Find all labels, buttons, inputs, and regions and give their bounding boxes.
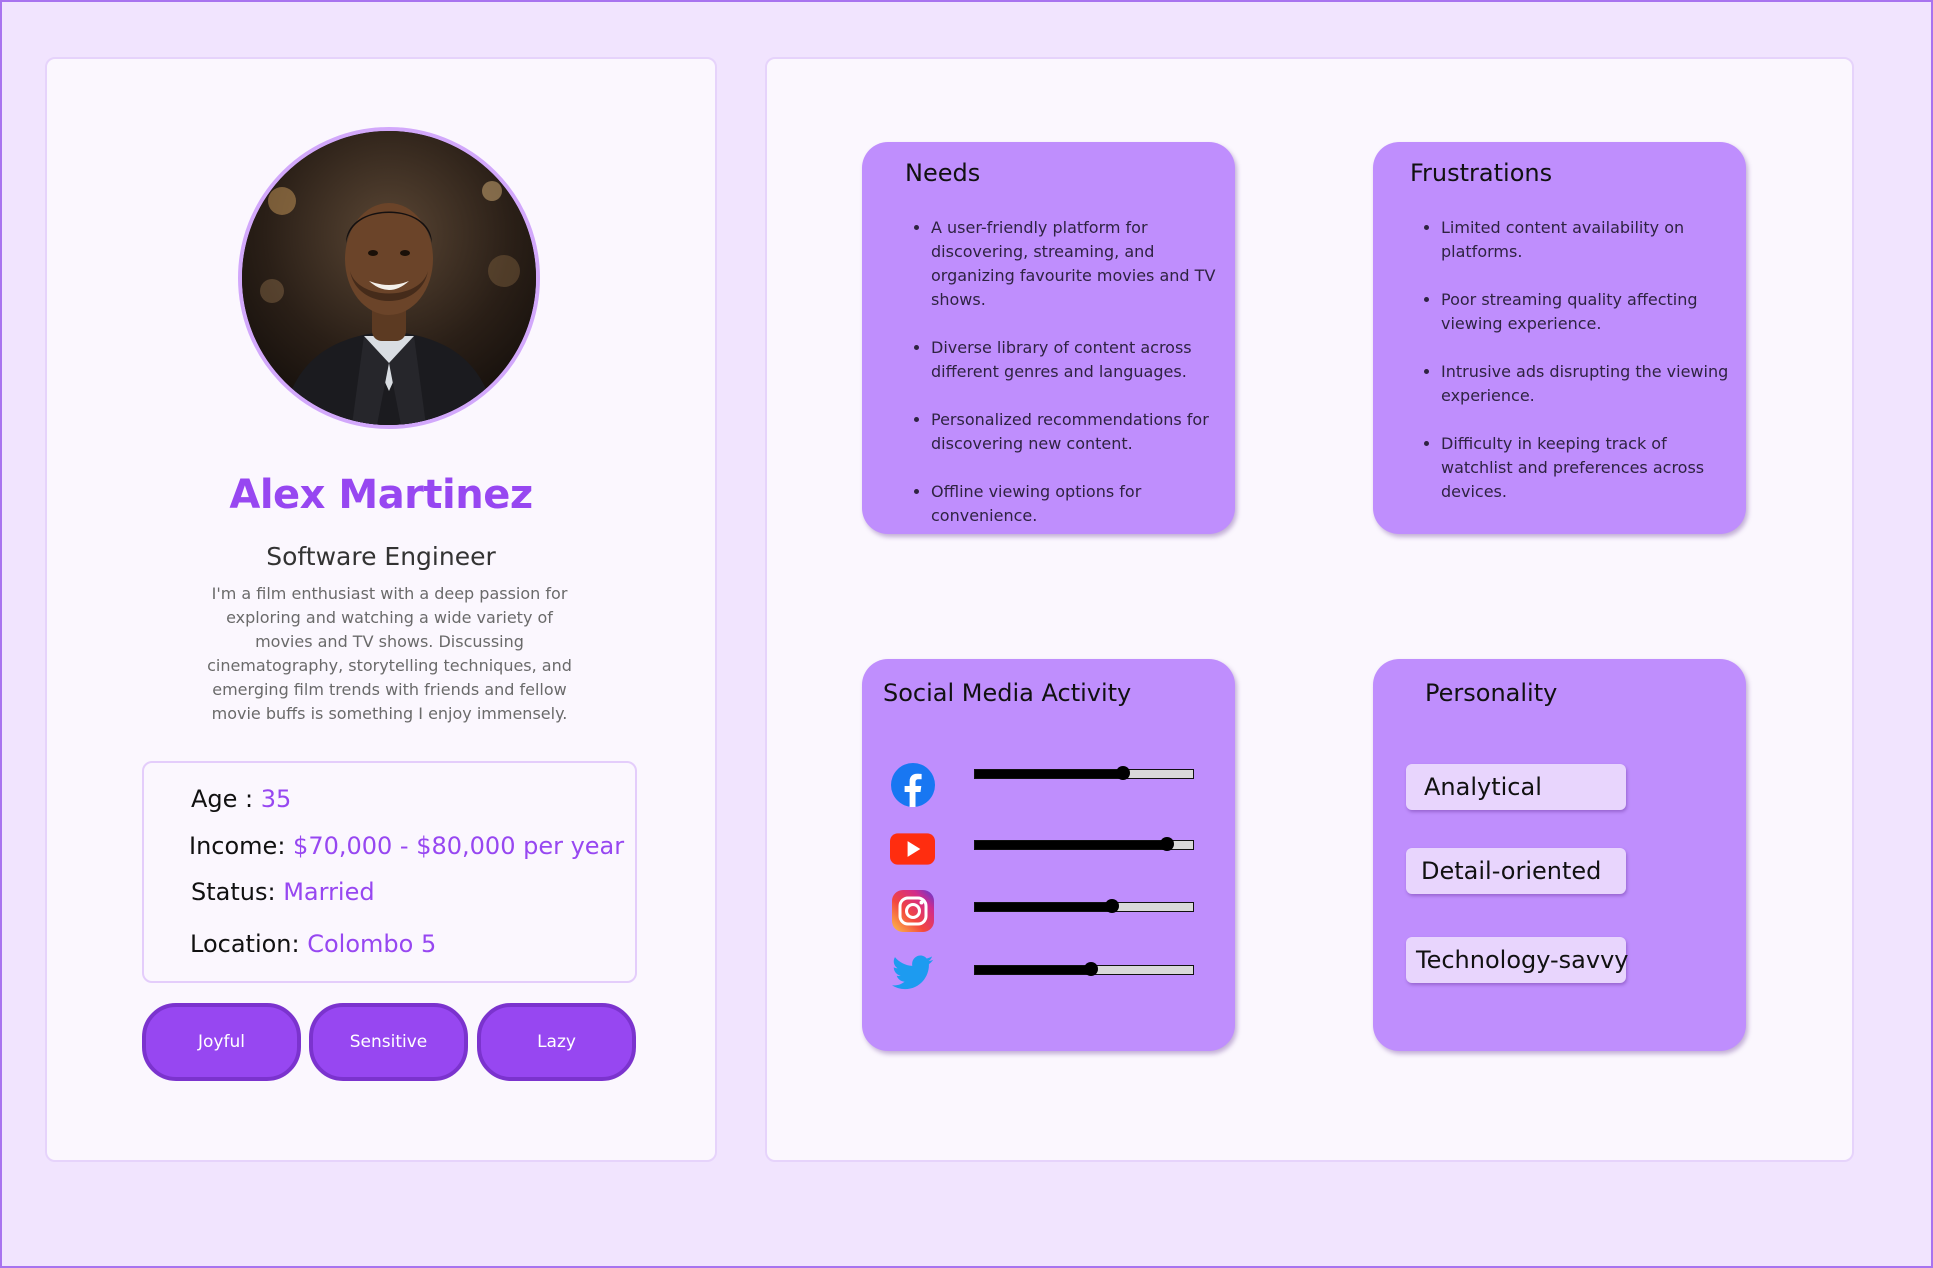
instagram-activity-slider[interactable]	[974, 899, 1194, 913]
social-title: Social Media Activity	[883, 679, 1132, 707]
avatar	[238, 127, 540, 429]
facebook-activity-slider[interactable]	[974, 766, 1194, 780]
profile-role: Software Engineer	[266, 542, 496, 571]
details-panel: Needs A user-friendly platform for disco…	[765, 57, 1854, 1162]
slider-thumb[interactable]	[1083, 962, 1098, 976]
twitter-icon[interactable]	[890, 950, 935, 995]
age-label: Age :	[191, 785, 254, 813]
instagram-icon[interactable]	[890, 888, 935, 933]
income-label: Income:	[189, 832, 286, 860]
trait-button-lazy[interactable]: Lazy	[477, 1003, 636, 1081]
list-item: Diverse library of content across differ…	[931, 336, 1231, 384]
list-item: Offline viewing options for convenience.	[931, 480, 1231, 528]
list-item: Poor streaming quality affecting viewing…	[1441, 288, 1736, 336]
list-item: Personalized recommendations for discove…	[931, 408, 1231, 456]
needs-title: Needs	[905, 159, 981, 187]
profile-bio: I'm a film enthusiast with a deep passio…	[207, 584, 572, 723]
location-row: Location: Colombo 5	[190, 930, 436, 958]
list-item: Limited content availability on platform…	[1441, 216, 1736, 264]
twitter-activity-slider[interactable]	[974, 962, 1194, 976]
needs-card: Needs A user-friendly platform for disco…	[862, 142, 1235, 534]
personality-tag-analytical: Analytical	[1406, 764, 1626, 810]
list-item: A user-friendly platform for discovering…	[931, 216, 1231, 312]
social-card: Social Media Activity	[862, 659, 1235, 1051]
facebook-icon[interactable]	[890, 762, 935, 807]
income-value: $70,000 - $80,000 per year	[293, 832, 625, 860]
profile-name: Alex Martinez	[229, 472, 533, 518]
frustrations-title: Frustrations	[1410, 159, 1553, 187]
info-box: Age : 35 Income: $70,000 - $80,000 per y…	[142, 761, 637, 983]
status-value: Married	[283, 878, 375, 906]
slider-thumb[interactable]	[1105, 899, 1120, 913]
personality-tag-detail-oriented: Detail-oriented	[1406, 848, 1626, 894]
trait-button-sensitive[interactable]: Sensitive	[309, 1003, 468, 1081]
personality-tag-technology-savvy: Technology-savvy	[1406, 937, 1629, 983]
youtube-activity-slider[interactable]	[974, 837, 1194, 851]
slider-thumb[interactable]	[1159, 837, 1174, 851]
status-row: Status: Married	[191, 878, 375, 906]
slider-fill	[975, 841, 1167, 849]
slider-fill	[975, 903, 1113, 911]
status-label: Status:	[191, 878, 276, 906]
age-row: Age : 35	[191, 785, 291, 813]
age-value: 35	[260, 785, 292, 813]
avatar-photo	[242, 131, 536, 425]
needs-list: A user-friendly platform for discovering…	[913, 216, 1231, 528]
profile-panel: Alex Martinez Software Engineer I'm a fi…	[45, 57, 717, 1162]
personality-card: Personality Analytical Detail-oriented T…	[1373, 659, 1746, 1051]
youtube-icon[interactable]	[890, 826, 935, 871]
list-item: Intrusive ads disrupting the viewing exp…	[1441, 360, 1736, 408]
slider-fill	[975, 770, 1124, 778]
personality-title: Personality	[1425, 679, 1558, 707]
frustrations-card: Frustrations Limited content availabilit…	[1373, 142, 1746, 534]
slider-thumb[interactable]	[1116, 766, 1131, 780]
location-label: Location:	[190, 930, 300, 958]
trait-button-joyful[interactable]: Joyful	[142, 1003, 301, 1081]
list-item: Difficulty in keeping track of watchlist…	[1441, 432, 1736, 504]
income-row: Income: $70,000 - $80,000 per year	[189, 832, 624, 860]
frustrations-list: Limited content availability on platform…	[1423, 216, 1736, 504]
location-value: Colombo 5	[307, 930, 437, 958]
slider-fill	[975, 966, 1091, 974]
